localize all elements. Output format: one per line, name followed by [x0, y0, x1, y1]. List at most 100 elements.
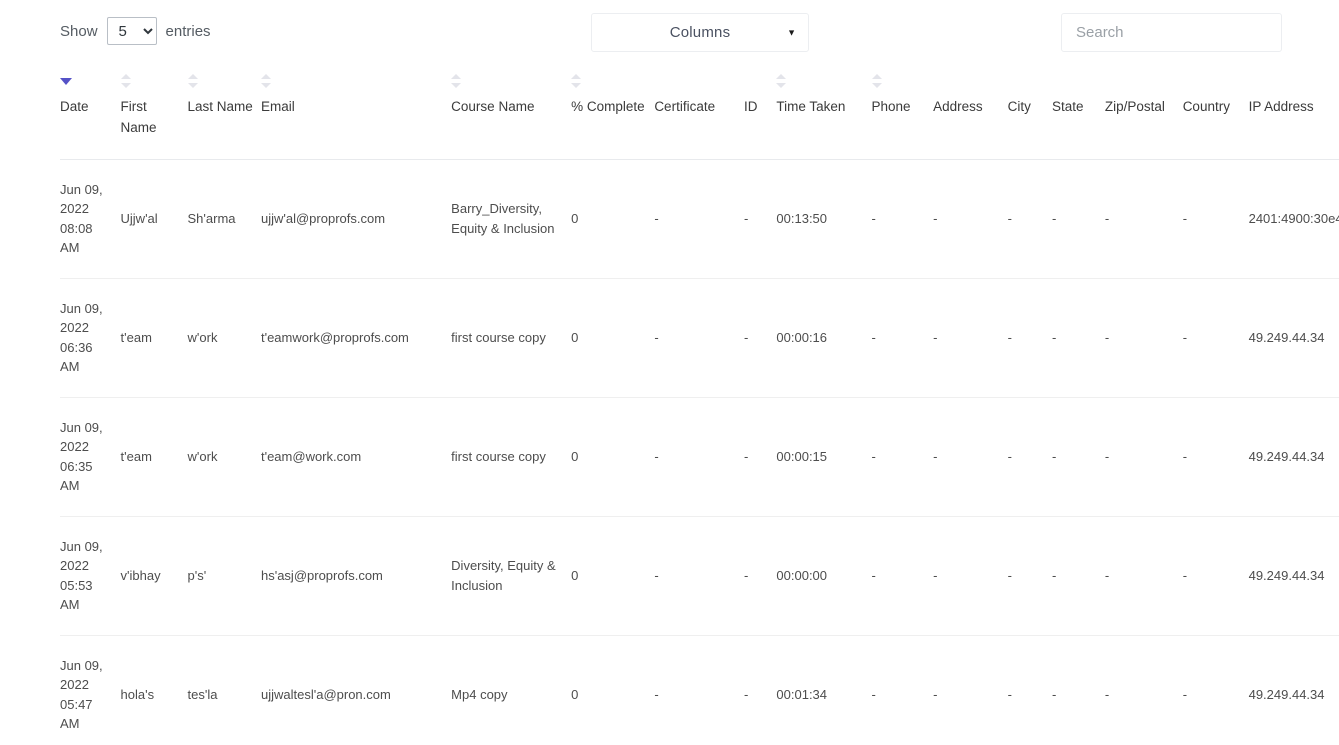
cell-state: - — [1051, 397, 1105, 517]
cell-last-name: Sh'arma — [187, 159, 261, 279]
cell-percent-complete: 0 — [571, 278, 655, 398]
column-header-course-name[interactable]: Course Name — [451, 68, 572, 160]
cell-certificate: - — [654, 278, 744, 398]
cell-certificate: - — [654, 687, 659, 702]
table-row[interactable]: Jun 09, 2022 08:08 AM Ujjw'al Sh'arma ujjw'… — [60, 159, 1339, 279]
cell-country: - — [1182, 278, 1249, 398]
column-header-label: Email — [260, 99, 295, 114]
column-header-country: Country — [1182, 68, 1249, 160]
cell-address: - — [933, 397, 1008, 517]
column-header-label: State — [1051, 99, 1084, 114]
cell-last-name: w'ork — [187, 397, 261, 517]
cell-percent-complete: 0 — [571, 159, 655, 279]
sort-placeholder-icon — [654, 74, 665, 88]
sort-both-icon[interactable] — [260, 74, 272, 88]
column-header-time-taken[interactable]: Time Taken — [776, 68, 872, 160]
cell-first-name: t'eam — [120, 278, 188, 398]
cell-ip-address: 49.249.44.34 — [1248, 278, 1339, 398]
table-row[interactable]: Jun 09, 2022 05:47 AM hola's tes'la ujjwalt… — [60, 635, 1339, 745]
entries-per-page-select[interactable]: 5102550100 — [106, 17, 157, 45]
sort-both-icon[interactable] — [871, 74, 883, 88]
column-header-phone[interactable]: Phone — [871, 68, 934, 160]
cell-id: - — [744, 516, 777, 636]
column-header-label: IP Address — [1248, 99, 1314, 114]
cell-address: - — [933, 687, 938, 702]
sort-both-icon[interactable] — [451, 74, 462, 88]
column-header-label: Country — [1182, 99, 1230, 114]
table-row[interactable]: Jun 09, 2022 06:35 AM t'eam w'ork t'eam@wor… — [60, 397, 1339, 517]
column-header-label: City — [1007, 99, 1031, 114]
column-header-label: Date — [60, 99, 89, 114]
cell-state: - — [1051, 516, 1105, 636]
cell-city: - — [1007, 397, 1052, 517]
sort-both-icon[interactable] — [776, 74, 787, 88]
entries-label: entries — [165, 22, 211, 40]
cell-country: - — [1182, 687, 1188, 702]
cell-course-name: Diversity, Equity & Inclusion — [451, 516, 572, 636]
cell-first-name: t'eam — [120, 397, 188, 517]
cell-city: - — [1007, 159, 1052, 279]
cell-date: Jun 09, 2022 06:35 AM — [60, 397, 121, 517]
cell-email: t'eam@work.com — [260, 397, 452, 517]
cell-time-taken: 00:01:34 — [776, 687, 828, 702]
columns-dropdown[interactable]: Columns ▼ — [591, 13, 809, 52]
cell-zip-postal: - — [1104, 159, 1183, 279]
cell-city: - — [1007, 687, 1012, 702]
cell-time-taken: 00:00:15 — [776, 397, 872, 517]
column-header-label: ID — [744, 99, 758, 114]
cell-email: t'eamwork@proprofs.com — [260, 278, 452, 398]
column-header-first-name[interactable]: First Name — [120, 68, 188, 160]
sort-desc-icon[interactable] — [60, 74, 72, 88]
cell-last-name: w'ork — [187, 278, 261, 398]
column-header-complete[interactable]: % Complete — [571, 68, 655, 160]
column-header-label: Address — [933, 99, 983, 114]
cell-address: - — [933, 516, 1008, 636]
table-body: Jun 09, 2022 08:08 AM Ujjw'al Sh'arma ujjw'… — [60, 159, 1339, 745]
sort-placeholder-icon — [1249, 74, 1260, 88]
cell-zip-postal: - — [1104, 278, 1183, 398]
sort-both-icon[interactable] — [571, 74, 582, 88]
table-row[interactable]: Jun 09, 2022 06:36 AM t'eam w'ork t'eamwork… — [60, 278, 1339, 398]
chevron-down-icon: ▼ — [787, 27, 796, 37]
table-header-row: Date First Name Last Name Email Course Name%… — [60, 68, 1339, 160]
column-header-label: Course Name — [451, 99, 535, 114]
cell-zip-postal: - — [1104, 687, 1110, 702]
sort-placeholder-icon — [1105, 74, 1116, 88]
sort-placeholder-icon — [933, 74, 944, 88]
cell-last-name: p's' — [187, 516, 261, 636]
cell-city: - — [1007, 278, 1052, 398]
column-header-zip-postal: Zip/Postal — [1104, 68, 1183, 160]
cell-state: - — [1051, 278, 1105, 398]
column-header-email[interactable]: Email — [260, 68, 452, 160]
column-header-date[interactable]: Date — [60, 68, 121, 160]
column-header-last-name[interactable]: Last Name — [187, 68, 261, 160]
cell-date: Jun 09, 2022 05:47 AM — [60, 657, 103, 732]
cell-id: - — [744, 159, 777, 279]
cell-first-name: Ujjw'al — [120, 159, 188, 279]
cell-phone: - — [871, 159, 934, 279]
columns-dropdown-label: Columns — [669, 24, 731, 41]
column-header-label: Phone — [871, 99, 911, 114]
table-toolbar: Show 5102550100 entries Columns ▼ — [0, 0, 1339, 64]
cell-ip-address: 2401:4900:30e4:b — [1248, 159, 1339, 279]
cell-country: - — [1182, 516, 1249, 636]
sort-placeholder-icon — [744, 74, 755, 88]
table-scroll-container[interactable]: Date First Name Last Name Email Course Name%… — [60, 68, 1339, 745]
cell-date: Jun 09, 2022 06:36 AM — [60, 278, 121, 398]
search-input[interactable] — [1061, 13, 1282, 52]
cell-phone: - — [871, 278, 934, 398]
sort-both-icon[interactable] — [187, 74, 199, 88]
cell-id: - — [744, 278, 777, 398]
cell-ip-address: 49.249.44.34 — [1248, 397, 1339, 517]
cell-course-name: first course copy — [451, 278, 572, 398]
table-row[interactable]: Jun 09, 2022 05:53 AM v'ibhay p's' hs'asj@p… — [60, 516, 1339, 636]
cell-percent-complete: 0 — [571, 516, 655, 636]
cell-email: ujjw'al@proprofs.com — [260, 159, 452, 279]
cell-country: - — [1182, 397, 1249, 517]
cell-country: - — [1182, 159, 1249, 279]
cell-ip-address: 49.249.44.34 — [1248, 516, 1339, 636]
cell-state: - — [1051, 687, 1057, 702]
cell-email: hs'asj@proprofs.com — [260, 516, 452, 636]
sort-both-icon[interactable] — [120, 74, 132, 88]
sort-placeholder-icon — [1008, 74, 1019, 88]
